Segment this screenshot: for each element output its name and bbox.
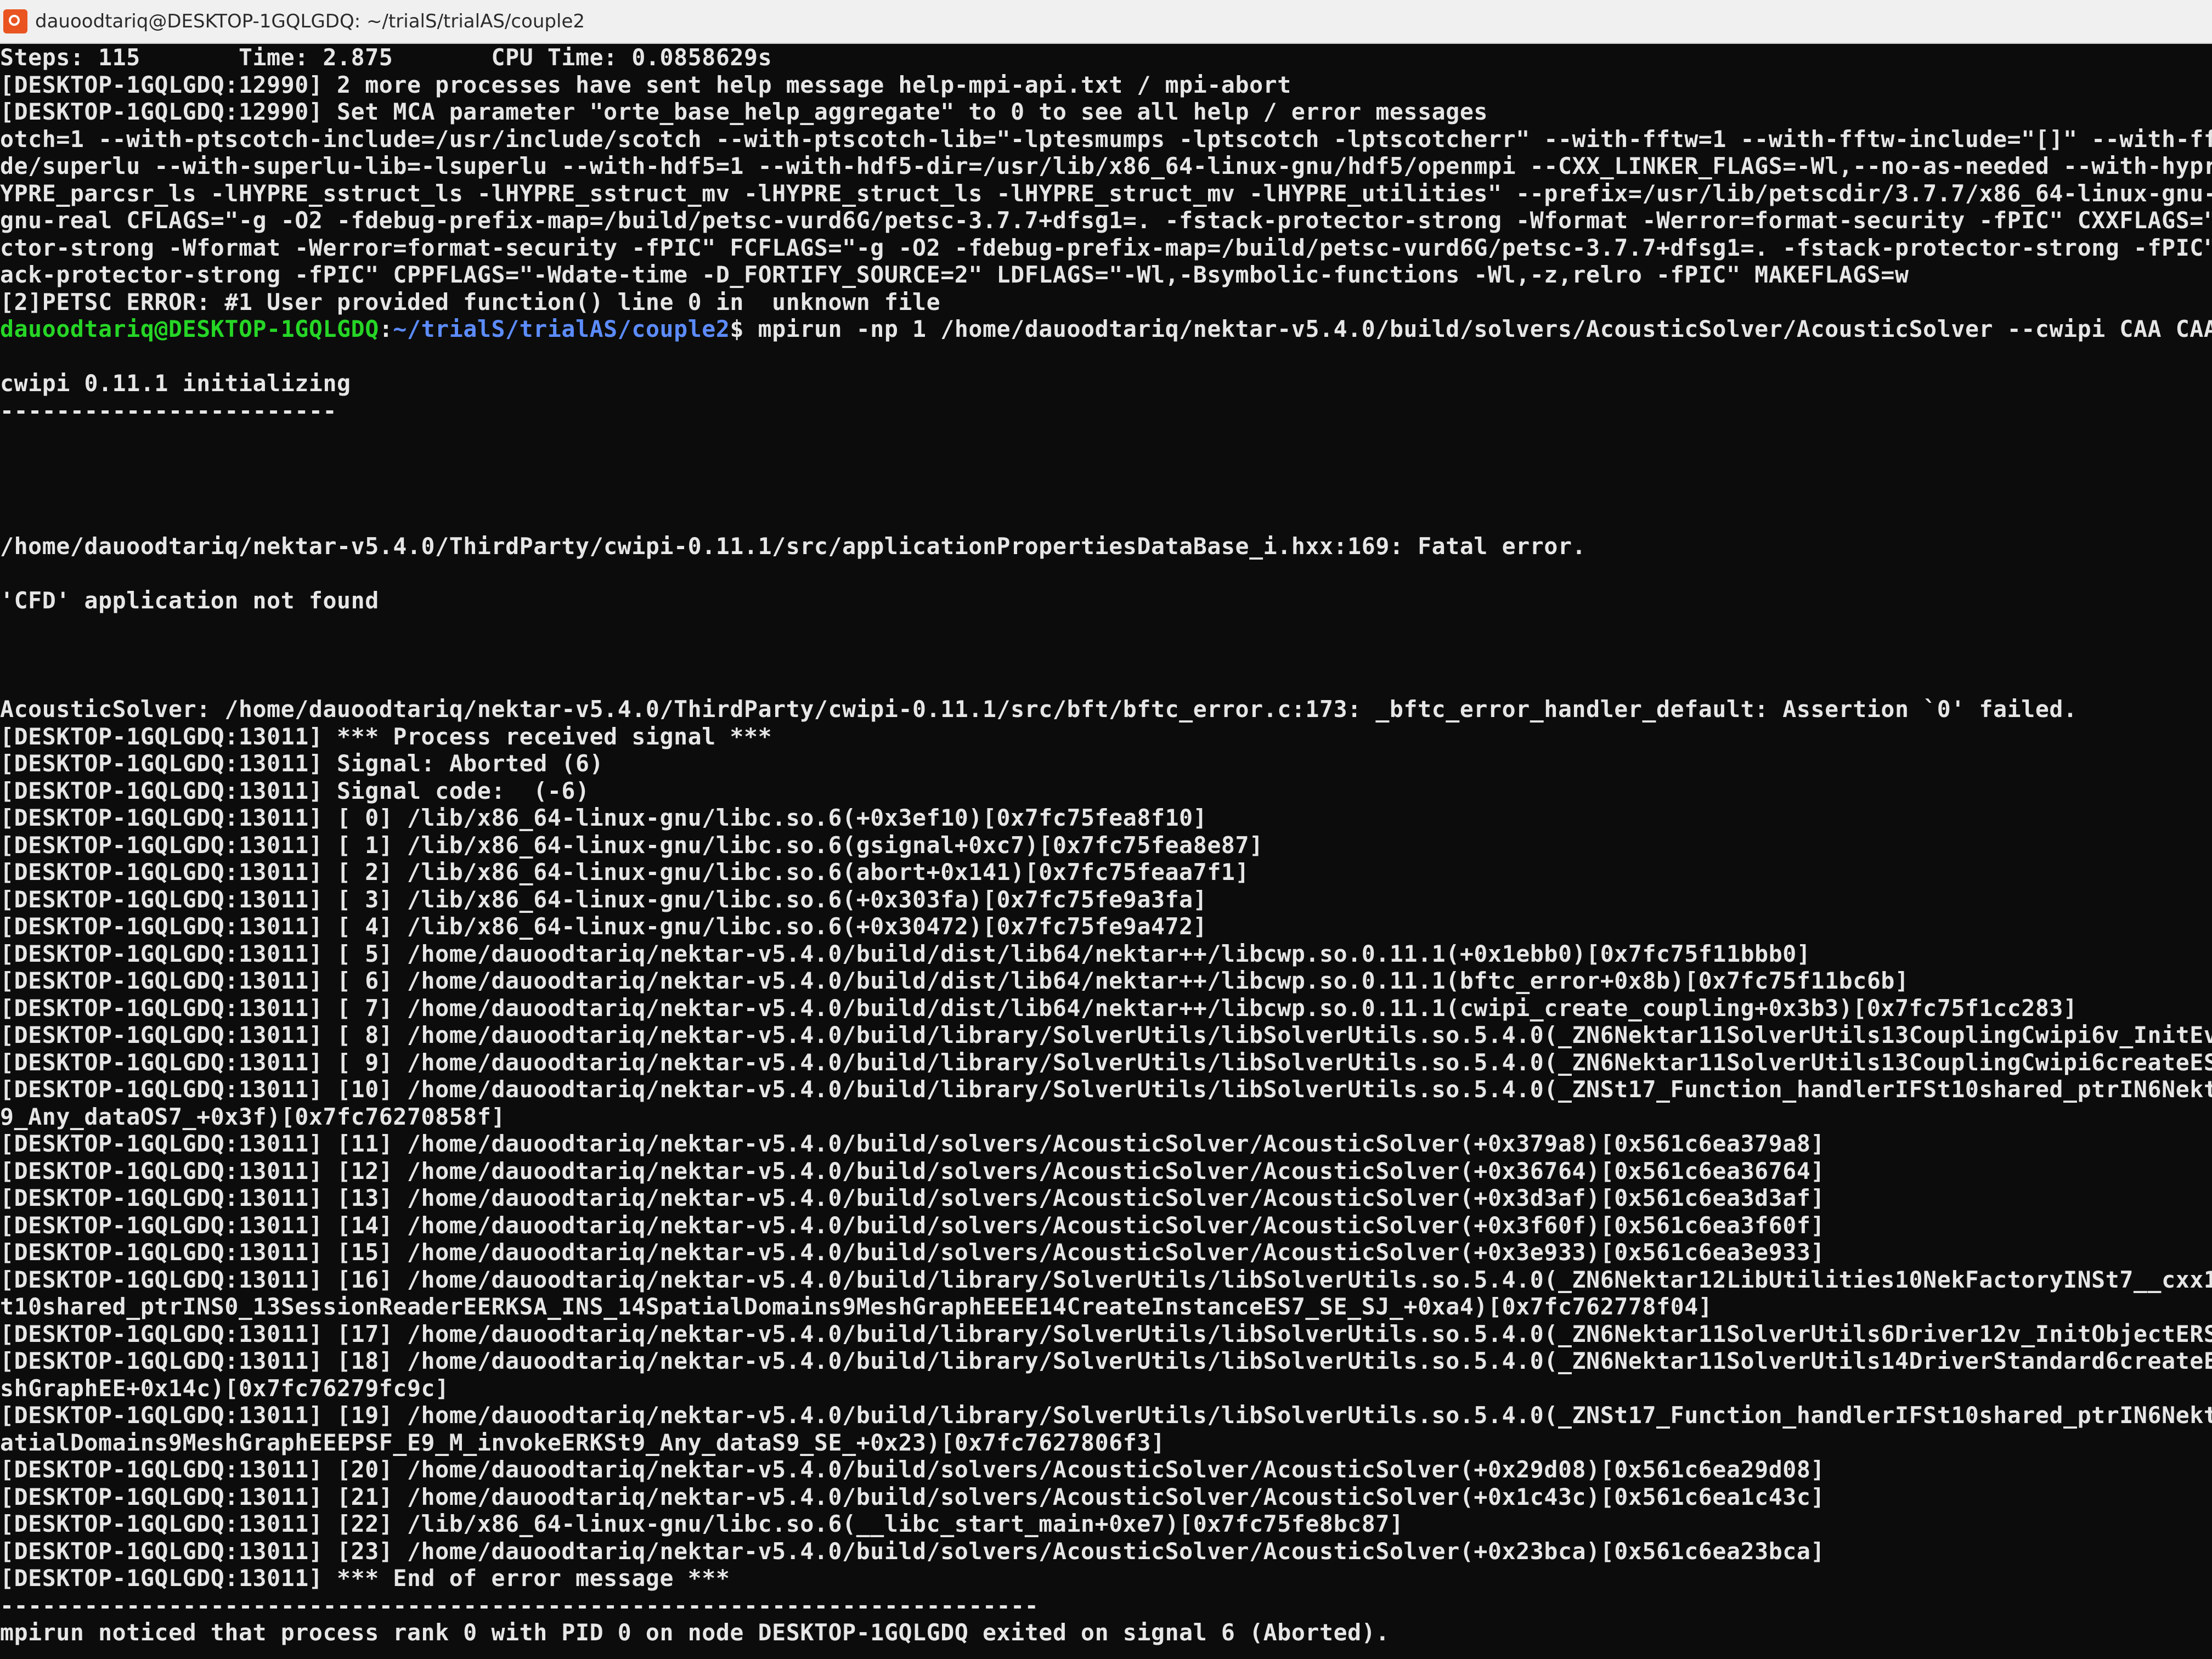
terminal-window: dauoodtariq@DESKTOP-1GQLGDQ: ~/trialS/tr… (0, 0, 2212, 1659)
output-line: [DESKTOP-1GQLGDQ:13011] [ 6] /home/dauoo… (0, 967, 1909, 994)
output-line: shGraphEE+0x14c)[0x7fc76279fc9c] (0, 1374, 449, 1402)
output-line: ctor-strong -Wformat -Werror=format-secu… (0, 234, 2212, 261)
output-line: ----------------------------------------… (0, 1646, 2212, 1659)
output-line: ------------------------ (0, 397, 337, 424)
output-line: Steps: 115 Time: 2.875 CPU Time: 0.08586… (0, 44, 772, 71)
prompt-user-host: dauoodtariq@DESKTOP-1GQLGDQ (0, 315, 379, 342)
output-line: [DESKTOP-1GQLGDQ:13011] [ 1] /lib/x86_64… (0, 831, 1263, 859)
output-line: de/superlu --with-superlu-lib=-lsuperlu … (0, 153, 2212, 179)
output-line: cwipi 0.11.1 initializing (0, 370, 351, 397)
output-line: [DESKTOP-1GQLGDQ:13011] [23] /home/dauoo… (0, 1537, 1825, 1565)
ubuntu-terminal-icon (3, 9, 27, 33)
output-line: [DESKTOP-1GQLGDQ:13011] [ 8] /home/dauoo… (0, 1022, 2212, 1048)
output-line: YPRE_parcsr_ls -lHYPRE_sstruct_ls -lHYPR… (0, 179, 2212, 207)
output-line: AcousticSolver: /home/dauoodtariq/nektar… (0, 696, 2078, 723)
output-line: [DESKTOP-1GQLGDQ:13011] [ 7] /home/dauoo… (0, 994, 2078, 1022)
output-line: t10shared_ptrINS0_13SessionReaderEERKSA_… (0, 1293, 1713, 1320)
output-line: /home/dauoodtariq/nektar-v5.4.0/ThirdPar… (0, 533, 1587, 560)
output-line: [DESKTOP-1GQLGDQ:13011] [20] /home/dauoo… (0, 1456, 1825, 1483)
output-line: [DESKTOP-1GQLGDQ:13011] [14] /home/dauoo… (0, 1211, 1825, 1239)
window-title: dauoodtariq@DESKTOP-1GQLGDQ: ~/trialS/tr… (35, 10, 585, 32)
output-line: [DESKTOP-1GQLGDQ:13011] [ 0] /lib/x86_64… (0, 804, 1207, 831)
output-line: gnu-real CFLAGS="-g -O2 -fdebug-prefix-m… (0, 207, 2212, 234)
prompt-path: ~/trialS/trialAS/couple2 (393, 315, 730, 342)
output-line: [2]PETSC ERROR: #1 User provided functio… (0, 288, 941, 315)
output-line: 9_Any_dataOS7_+0x3f)[0x7fc76270858f] (0, 1103, 506, 1130)
output-line: [DESKTOP-1GQLGDQ:13011] Signal: Aborted … (0, 750, 604, 777)
output-line: [DESKTOP-1GQLGDQ:13011] [10] /home/dauoo… (0, 1076, 2212, 1103)
output-line: [DESKTOP-1GQLGDQ:13011] [18] /home/dauoo… (0, 1347, 2212, 1374)
output-line: [DESKTOP-1GQLGDQ:13011] [11] /home/dauoo… (0, 1130, 1825, 1157)
output-line: [DESKTOP-1GQLGDQ:13011] [ 2] /lib/x86_64… (0, 859, 1250, 885)
output-line: [DESKTOP-1GQLGDQ:13011] [21] /home/dauoo… (0, 1483, 1825, 1510)
output-line: ack-protector-strong -fPIC" CPPFLAGS="-W… (0, 261, 1909, 288)
output-line: [DESKTOP-1GQLGDQ:13011] Signal code: (-6… (0, 777, 590, 804)
prompt-line: dauoodtariq@DESKTOP-1GQLGDQ:~/trialS/tri… (0, 315, 2212, 343)
output-line: [DESKTOP-1GQLGDQ:13011] [22] /lib/x86_64… (0, 1510, 1404, 1537)
output-line: [DESKTOP-1GQLGDQ:13011] [ 3] /lib/x86_64… (0, 885, 1207, 913)
output-line: otch=1 --with-ptscotch-include=/usr/incl… (0, 125, 2212, 153)
output-line: [DESKTOP-1GQLGDQ:13011] [15] /home/dauoo… (0, 1239, 1825, 1266)
output-line: 'CFD' application not found (0, 587, 379, 614)
output-line: [DESKTOP-1GQLGDQ:13011] *** End of error… (0, 1565, 730, 1592)
output-line: mpirun noticed that process rank 0 with … (0, 1619, 1390, 1646)
output-line: [DESKTOP-1GQLGDQ:13011] [ 5] /home/dauoo… (0, 940, 1811, 967)
output-line: [DESKTOP-1GQLGDQ:13011] [12] /home/dauoo… (0, 1157, 1825, 1184)
output-line: [DESKTOP-1GQLGDQ:13011] *** Process rece… (0, 723, 772, 750)
output-line: [DESKTOP-1GQLGDQ:13011] [19] /home/dauoo… (0, 1402, 2212, 1429)
prompt-separator: : (379, 315, 393, 342)
output-line: ----------------------------------------… (0, 1592, 1039, 1619)
terminal-output[interactable]: Steps: 115 Time: 2.875 CPU Time: 0.08586… (0, 44, 2212, 1659)
output-line: atialDomains9MeshGraphEEEPSF_E9_M_invoke… (0, 1429, 1165, 1456)
output-line: [DESKTOP-1GQLGDQ:12990] Set MCA paramete… (0, 98, 1488, 125)
title-bar[interactable]: dauoodtariq@DESKTOP-1GQLGDQ: ~/trialS/tr… (0, 0, 2212, 44)
output-line: [DESKTOP-1GQLGDQ:13011] [17] /home/dauoo… (0, 1320, 2212, 1347)
prompt-command: $ mpirun -np 1 /home/dauoodtariq/nektar-… (730, 315, 2212, 342)
output-line: [DESKTOP-1GQLGDQ:13011] [13] /home/dauoo… (0, 1184, 1825, 1211)
output-line: [DESKTOP-1GQLGDQ:13011] [ 4] /lib/x86_64… (0, 913, 1207, 940)
output-line: [DESKTOP-1GQLGDQ:12990] 2 more processes… (0, 71, 1291, 98)
output-line: [DESKTOP-1GQLGDQ:13011] [ 9] /home/dauoo… (0, 1048, 2212, 1076)
output-line: [DESKTOP-1GQLGDQ:13011] [16] /home/dauoo… (0, 1266, 2212, 1293)
